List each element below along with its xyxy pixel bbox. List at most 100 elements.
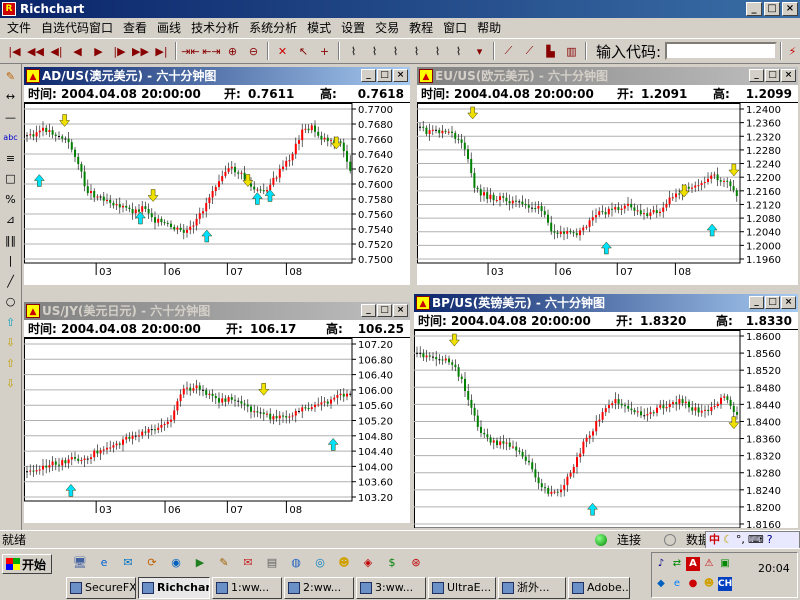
- dollar-icon[interactable]: $: [384, 554, 400, 570]
- chart-title-bar[interactable]: ▲ BP/US(英镑美元) - 六十分钟图 _ □ ×: [414, 294, 798, 312]
- menu-item-9[interactable]: 教程: [404, 18, 438, 38]
- step-forward-icon[interactable]: |▶: [109, 41, 130, 61]
- qq-icon[interactable]: ☻: [336, 554, 352, 570]
- network-icon[interactable]: ⇄: [670, 557, 684, 571]
- media-icon[interactable]: ▶: [192, 554, 208, 570]
- arrow-down-yellow2-icon[interactable]: ⇩: [1, 374, 21, 395]
- ime-moon-icon[interactable]: ☾: [723, 531, 733, 549]
- expand-icon[interactable]: ⇤⇥: [201, 41, 222, 61]
- shield-icon[interactable]: ⊛: [408, 554, 424, 570]
- monitor-icon[interactable]: ▣: [718, 557, 732, 571]
- draw1-icon[interactable]: ⟋: [498, 41, 519, 61]
- line3-icon[interactable]: ⌇: [385, 41, 406, 61]
- app-icon[interactable]: ◈: [360, 554, 376, 570]
- disk-icon[interactable]: ▤: [264, 554, 280, 570]
- refresh-icon[interactable]: ⟳: [144, 554, 160, 570]
- realplayer-icon[interactable]: ◉: [168, 554, 184, 570]
- taskbar-task-6[interactable]: 浙外...: [498, 577, 566, 599]
- compress-icon[interactable]: ⇥⇤: [180, 41, 201, 61]
- taskbar-task-0[interactable]: SecureFX: [66, 577, 136, 599]
- rect-icon[interactable]: □: [1, 169, 21, 190]
- gann-icon[interactable]: ⊿: [1, 210, 21, 231]
- delete-icon[interactable]: ✕: [272, 41, 293, 61]
- chart-minimize-button[interactable]: _: [749, 69, 764, 82]
- end-icon[interactable]: ▶|: [151, 41, 172, 61]
- acrobat-tray-icon[interactable]: A: [686, 557, 700, 571]
- arrow-down-yellow-icon[interactable]: ⇩: [1, 333, 21, 354]
- chart-minimize-button[interactable]: _: [361, 69, 376, 82]
- fast-forward-icon[interactable]: ▶▶: [130, 41, 151, 61]
- chart-minimize-button[interactable]: _: [749, 296, 764, 309]
- chart-maximize-button[interactable]: □: [765, 69, 780, 82]
- zoom-in-icon[interactable]: ⊕: [222, 41, 243, 61]
- ime-help-icon[interactable]: ?: [767, 531, 773, 549]
- play-back-icon[interactable]: ◀: [67, 41, 88, 61]
- hline-icon[interactable]: ↔: [1, 87, 21, 108]
- maximize-button[interactable]: □: [764, 2, 780, 16]
- pointer-icon[interactable]: ↖: [293, 41, 314, 61]
- globe-icon[interactable]: ◍: [288, 554, 304, 570]
- chart-close-button[interactable]: ×: [393, 304, 408, 317]
- app-tray-icon[interactable]: ●: [686, 577, 700, 591]
- play-icon[interactable]: ▶: [88, 41, 109, 61]
- line4-icon[interactable]: ⌇: [406, 41, 427, 61]
- mail-icon[interactable]: ✉: [240, 554, 256, 570]
- vlines-icon[interactable]: ‖‖: [1, 230, 21, 251]
- taskbar-task-4[interactable]: 3:ww...: [356, 577, 426, 599]
- ime-mode[interactable]: 中: [709, 531, 720, 549]
- vline-icon[interactable]: |: [1, 251, 21, 272]
- lightning-icon[interactable]: ⚡: [785, 41, 800, 61]
- line1-icon[interactable]: ⌇: [343, 41, 364, 61]
- price-chart[interactable]: 107.20 106.80 106.40 106.00 105.60 105.20 104.…: [24, 338, 410, 523]
- start-button[interactable]: 开始: [2, 554, 52, 574]
- menu-item-8[interactable]: 交易: [370, 18, 404, 38]
- start-icon[interactable]: |◀: [4, 41, 25, 61]
- ie-tray-icon[interactable]: e: [670, 577, 684, 591]
- step-back-icon[interactable]: ◀|: [46, 41, 67, 61]
- chart-title-bar[interactable]: ▲ US/JY(美元日元) - 六十分钟图 _ □ ×: [24, 302, 410, 320]
- chart-maximize-button[interactable]: □: [377, 304, 392, 317]
- ime-punct-icon[interactable]: °,: [736, 531, 745, 549]
- taskbar-task-5[interactable]: UltraE...: [428, 577, 496, 599]
- ie-icon[interactable]: e: [96, 554, 112, 570]
- app-title-bar[interactable]: R Richchart _ □ ×: [0, 0, 800, 18]
- chart-minimize-button[interactable]: _: [361, 304, 376, 317]
- menu-item-1[interactable]: 自选代码窗口: [36, 18, 118, 38]
- taskbar-task-2[interactable]: 1:ww...: [212, 577, 282, 599]
- crosshair-icon[interactable]: +: [314, 41, 335, 61]
- line2-icon[interactable]: ⌇: [364, 41, 385, 61]
- menu-item-10[interactable]: 窗口: [438, 18, 472, 38]
- draw4-icon[interactable]: ▥: [561, 41, 582, 61]
- zoom-out-icon[interactable]: ⊖: [243, 41, 264, 61]
- menu-item-3[interactable]: 画线: [152, 18, 186, 38]
- minimize-button[interactable]: _: [746, 2, 762, 16]
- arrow-up-cyan-icon[interactable]: ⇧: [1, 312, 21, 333]
- pencil-icon[interactable]: ✎: [1, 66, 21, 87]
- ellipse-icon[interactable]: ○: [1, 292, 21, 313]
- draw3-icon[interactable]: ▙: [540, 41, 561, 61]
- chart-window-jy[interactable]: ▲ US/JY(美元日元) - 六十分钟图 _ □ × 时间: 2004.04.…: [22, 300, 412, 525]
- chart-close-button[interactable]: ×: [781, 69, 796, 82]
- abc-icon[interactable]: abc: [1, 128, 21, 149]
- menu-item-5[interactable]: 系统分析: [244, 18, 302, 38]
- taskbar-task-7[interactable]: Adobe...: [568, 577, 630, 599]
- chart-title-bar[interactable]: ▲ EU/US(欧元美元) - 六十分钟图 _ □ ×: [417, 67, 798, 85]
- chart-maximize-button[interactable]: □: [765, 296, 780, 309]
- menu-item-7[interactable]: 设置: [336, 18, 370, 38]
- price-chart[interactable]: 1.2400 1.2360 1.2320 1.2280 1.2240 1.2200 1.21…: [417, 103, 798, 285]
- chart-title-bar[interactable]: ▲ AD/US(澳元美元) - 六十分钟图 _ □ ×: [24, 67, 410, 85]
- dropdown-icon[interactable]: ▾: [469, 41, 490, 61]
- menu-item-4[interactable]: 技术分析: [186, 18, 244, 38]
- web-icon[interactable]: ◎: [312, 554, 328, 570]
- outlook-icon[interactable]: ✉: [120, 554, 136, 570]
- desktop-icon[interactable]: 🖥: [72, 554, 88, 570]
- ime-keyboard-icon[interactable]: ⌨: [748, 531, 764, 549]
- volume-icon[interactable]: ♪: [654, 557, 668, 571]
- menu-item-0[interactable]: 文件: [2, 18, 36, 38]
- arc-icon[interactable]: ╱: [1, 271, 21, 292]
- ime-ch-icon[interactable]: CH: [718, 577, 732, 591]
- pen-icon[interactable]: ✎: [216, 554, 232, 570]
- chart-close-button[interactable]: ×: [393, 69, 408, 82]
- chart-window-bp[interactable]: ▲ BP/US(英镑美元) - 六十分钟图 _ □ × 时间: 2004.04.…: [412, 292, 800, 530]
- qq-tray-icon[interactable]: ☻: [702, 577, 716, 591]
